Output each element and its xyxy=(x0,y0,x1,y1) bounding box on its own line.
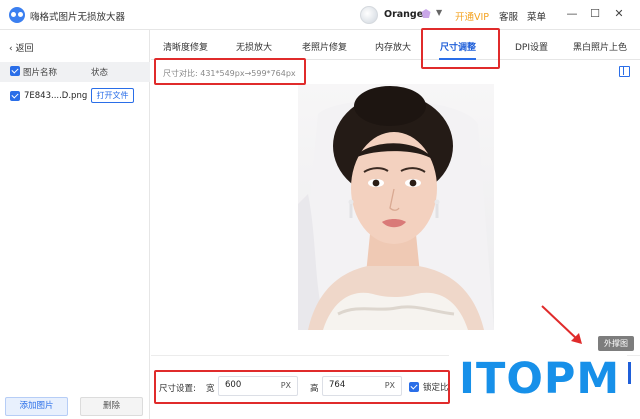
watermark: ITOPM xyxy=(449,351,627,419)
file-checkbox[interactable] xyxy=(10,91,20,101)
highlight-box-tab xyxy=(421,28,500,69)
close-button[interactable]: ✕ xyxy=(612,7,626,21)
column-header-name: 图片名称 xyxy=(23,68,58,78)
back-label: 返回 xyxy=(15,44,34,54)
column-header-status: 状态 xyxy=(91,68,109,78)
portrait-illustration xyxy=(298,86,494,330)
minimize-button[interactable]: — xyxy=(565,7,579,21)
highlight-box-size-settings xyxy=(154,370,450,404)
open-vip-link[interactable]: 开通VIP xyxy=(455,9,489,23)
app-logo-icon xyxy=(9,7,25,23)
file-name: 7E843....D.png xyxy=(24,91,88,101)
user-name[interactable]: Orange xyxy=(384,9,423,20)
compare-view-icon[interactable] xyxy=(619,66,630,77)
tab-clarity-repair[interactable]: 清晰度修复 xyxy=(163,40,208,53)
watermark-bar xyxy=(628,362,631,384)
maximize-button[interactable]: ☐ xyxy=(588,7,602,21)
select-all-checkbox[interactable] xyxy=(10,66,20,76)
highlight-box-size-compare xyxy=(154,58,306,85)
title-bar: 嗨格式图片无损放大器 Orange ▼ 开通VIP 客服 菜单 — ☐ ✕ xyxy=(0,0,640,30)
menu-link[interactable]: 菜单 xyxy=(527,9,546,23)
support-link[interactable]: 客服 xyxy=(499,9,518,23)
preview-image xyxy=(298,84,494,330)
add-image-button[interactable]: 添加图片 xyxy=(5,397,68,416)
tab-dpi-settings[interactable]: DPI设置 xyxy=(515,40,548,53)
chevron-down-icon[interactable]: ▼ xyxy=(436,8,442,17)
vip-badge-icon xyxy=(421,9,431,18)
user-avatar[interactable] xyxy=(360,6,378,24)
app-title: 嗨格式图片无损放大器 xyxy=(30,12,126,23)
back-button[interactable]: ‹ 返回 xyxy=(9,41,34,54)
chevron-left-icon: ‹ xyxy=(9,44,13,54)
watermark-text: ITOPM xyxy=(459,354,621,404)
tab-memory-enlarge[interactable]: 内存放大 xyxy=(375,40,411,53)
ext-label-badge: 外撑图 xyxy=(598,336,634,351)
tab-old-photo-repair[interactable]: 老照片修复 xyxy=(302,40,347,53)
tab-colorize[interactable]: 黑白照片上色 xyxy=(573,40,627,53)
tab-lossless-enlarge[interactable]: 无损放大 xyxy=(236,40,272,53)
annotation-arrow-icon xyxy=(541,305,582,344)
open-file-button[interactable]: 打开文件 xyxy=(91,88,134,103)
delete-button[interactable]: 删除 xyxy=(80,397,143,416)
